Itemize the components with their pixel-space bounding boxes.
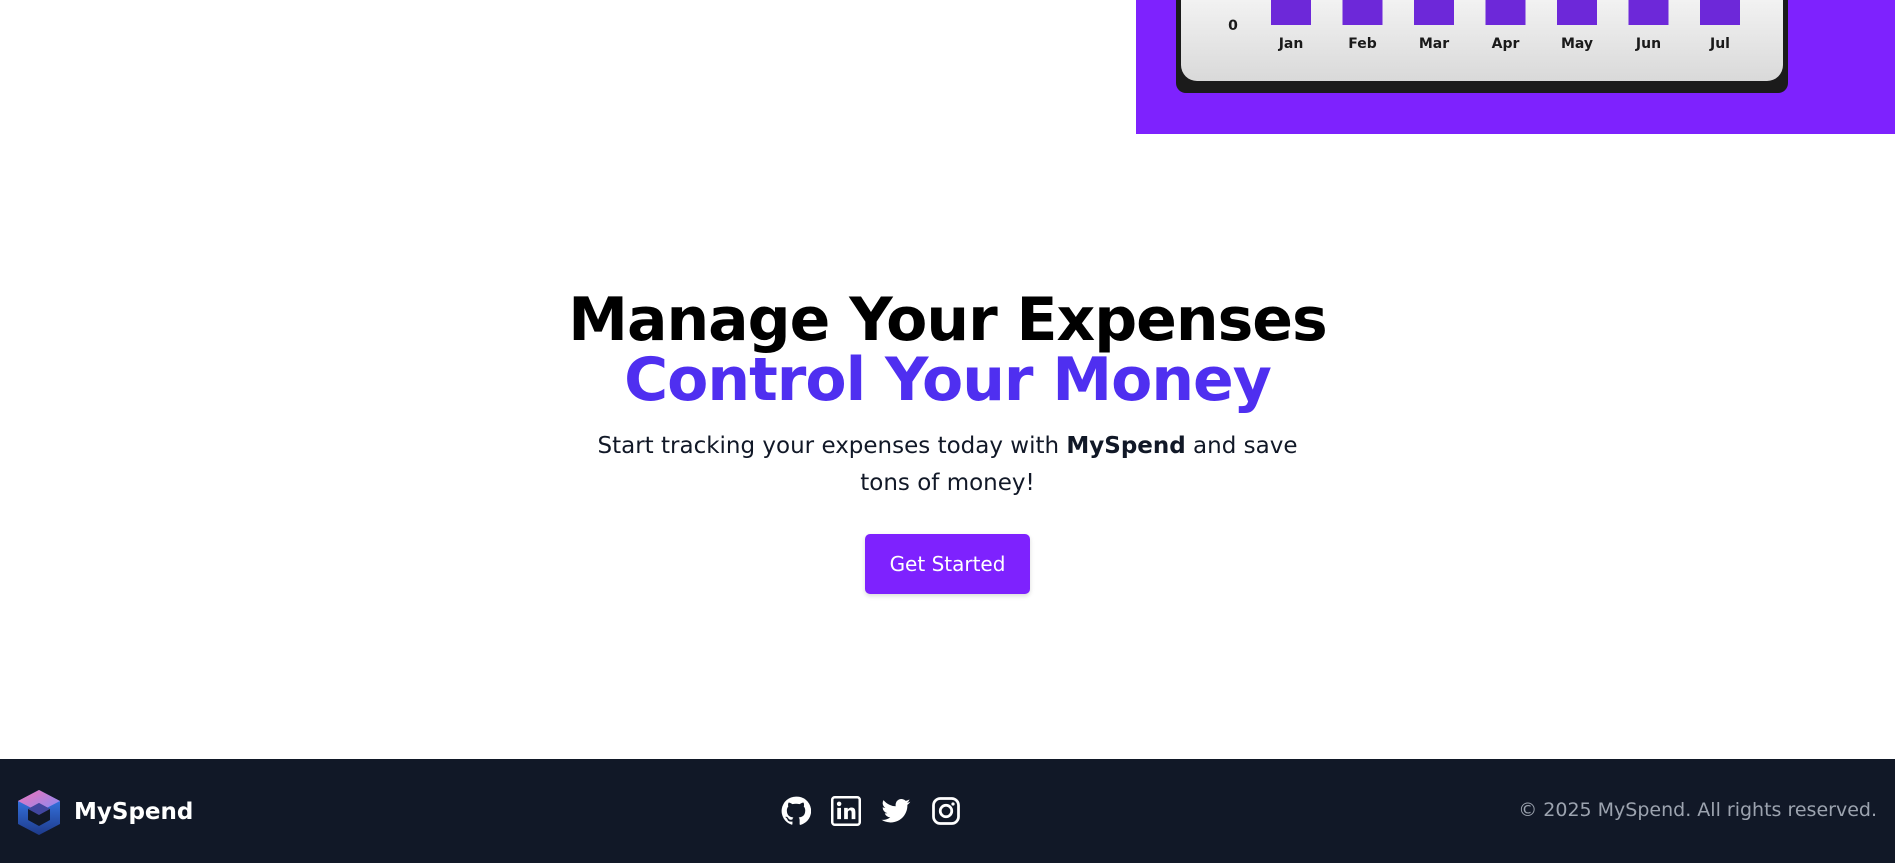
hexagon-cube-logo-icon: [18, 790, 60, 835]
hero-description-brand: MySpend: [1066, 433, 1186, 459]
chart-device-frame: 0 Jan Feb Mar Apr May Jun Jul: [1176, 0, 1788, 93]
hero-title: Manage Your Expenses: [568, 285, 1327, 355]
expense-bar-chart: 0 Jan Feb Mar Apr May Jun Jul: [1228, 0, 1740, 52]
chart-bar-may: [1557, 0, 1597, 25]
footer: MySpend © 2025 MySpend. All rights reser…: [0, 759, 1895, 863]
y-tick-label: 0: [1228, 18, 1238, 34]
github-icon[interactable]: [781, 796, 811, 826]
hero-section: Manage Your Expenses Control Your Money …: [0, 290, 1895, 594]
x-tick-label-feb: Feb: [1348, 36, 1377, 52]
chart-bar-apr: [1485, 0, 1526, 25]
x-tick-label-jul: Jul: [1709, 36, 1730, 52]
instagram-icon[interactable]: [931, 796, 961, 826]
x-tick-label-may: May: [1561, 36, 1593, 52]
linkedin-icon[interactable]: [831, 796, 861, 826]
footer-brand-name: MySpend: [74, 799, 194, 825]
hero-description-start: Start tracking your expenses today with: [597, 433, 1067, 459]
chart-bar-jan: [1271, 0, 1311, 25]
chart-bar-mar: [1414, 0, 1454, 25]
hero-description: Start tracking your expenses today with …: [578, 428, 1318, 502]
x-tick-label-jan: Jan: [1278, 36, 1304, 52]
chart-bar-feb: [1342, 0, 1383, 25]
chart-bar-jun: [1628, 0, 1669, 25]
hero-subtitle: Control Your Money: [624, 345, 1272, 415]
x-tick-label-apr: Apr: [1492, 36, 1520, 52]
copyright-text: © 2025 MySpend. All rights reserved.: [1518, 799, 1877, 821]
footer-brand[interactable]: MySpend: [16, 788, 193, 836]
chart-panel: 0 Jan Feb Mar Apr May Jun Jul: [1136, 0, 1895, 134]
twitter-icon[interactable]: [881, 796, 911, 826]
chart-bar-jul: [1700, 0, 1740, 25]
x-tick-label-mar: Mar: [1419, 36, 1449, 52]
chart-screen: 0 Jan Feb Mar Apr May Jun Jul: [1181, 0, 1783, 81]
get-started-button[interactable]: Get Started: [865, 534, 1030, 594]
social-links: [781, 796, 961, 826]
x-tick-label-jun: Jun: [1635, 36, 1661, 52]
